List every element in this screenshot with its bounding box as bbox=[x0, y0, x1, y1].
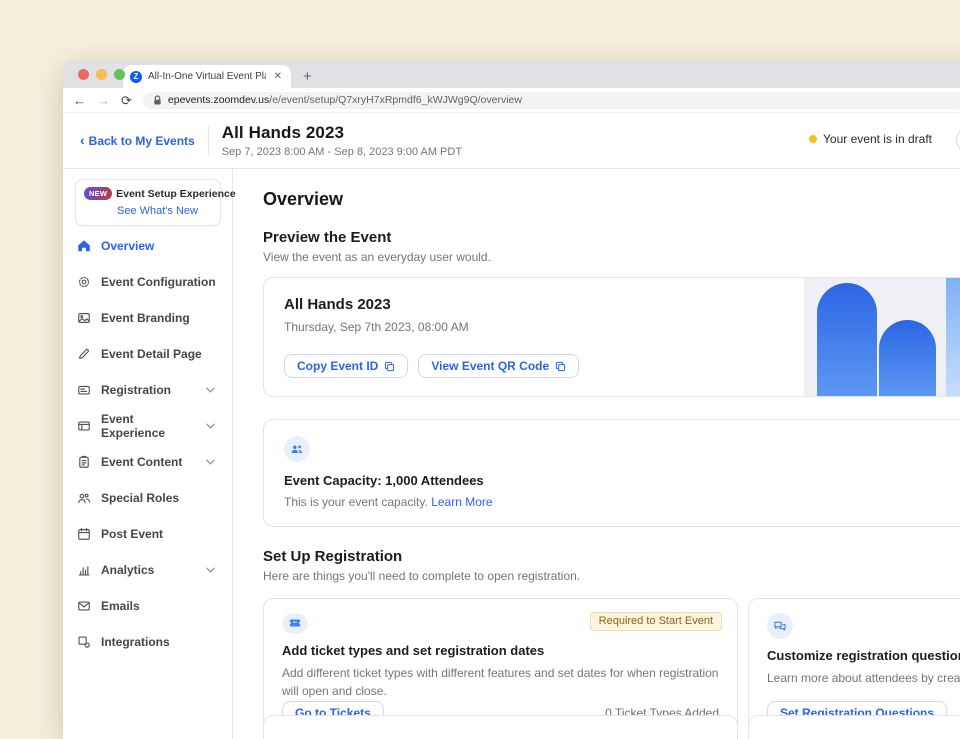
event-header: ‹ Back to My Events All Hands 2023 Sep 7… bbox=[63, 113, 960, 169]
minimize-window-icon[interactable] bbox=[96, 69, 107, 80]
back-to-my-events-link[interactable]: ‹ Back to My Events bbox=[80, 134, 195, 148]
sidebar: NEW Event Setup Experience See What's Ne… bbox=[63, 169, 233, 739]
new-tab-button[interactable]: + bbox=[303, 68, 312, 85]
required-badge: Required to Start Event bbox=[590, 612, 722, 631]
clipboard-icon bbox=[77, 455, 91, 469]
pencil-icon bbox=[77, 347, 91, 361]
sidebar-item-event-experience[interactable]: Event Experience bbox=[75, 408, 221, 444]
event-preview-card: All Hands 2023 Thursday, Sep 7th 2023, 0… bbox=[263, 277, 960, 397]
setup-card-title: Event Setup Experience bbox=[116, 188, 236, 200]
close-window-icon[interactable] bbox=[78, 69, 89, 80]
lock-icon bbox=[153, 95, 162, 106]
sidebar-item-analytics[interactable]: Analytics bbox=[75, 552, 221, 588]
url-host: epevents.zoomdev.us bbox=[168, 94, 269, 106]
envelope-icon bbox=[77, 599, 91, 613]
url-bar[interactable]: epevents.zoomdev.us/e/event/setup/Q7xryH… bbox=[143, 92, 960, 109]
status-dot-icon bbox=[809, 135, 817, 143]
card-icon bbox=[77, 383, 91, 397]
browser-window: Z All-In-One Virtual Event Platfo ✕ + ← … bbox=[63, 60, 960, 739]
header-divider bbox=[208, 126, 209, 156]
setup-experience-card: NEW Event Setup Experience See What's Ne… bbox=[75, 179, 221, 226]
tab-title: All-In-One Virtual Event Platfo bbox=[148, 71, 266, 82]
integrations-icon bbox=[77, 635, 91, 649]
task-description: Add different ticket types with differen… bbox=[282, 664, 719, 701]
preview-section-title: Preview the Event bbox=[263, 229, 960, 246]
chevron-down-icon bbox=[206, 567, 215, 573]
capacity-description: This is your event capacity. Learn More bbox=[284, 495, 959, 509]
stage-icon bbox=[77, 419, 91, 433]
draft-status: Your event is in draft bbox=[809, 132, 932, 146]
chevron-down-icon bbox=[206, 423, 215, 429]
bar-chart-icon bbox=[77, 563, 91, 577]
maximize-window-icon[interactable] bbox=[114, 69, 125, 80]
attendees-icon bbox=[284, 436, 310, 462]
see-whats-new-link[interactable]: See What's New bbox=[117, 205, 212, 217]
page-title: Overview bbox=[263, 189, 960, 210]
new-badge: NEW bbox=[84, 187, 112, 200]
arch-shape bbox=[817, 283, 877, 396]
registration-section-subtitle: Here are things you'll need to complete … bbox=[263, 569, 960, 583]
task-description: Learn more about attendees by creating c… bbox=[767, 669, 960, 688]
image-icon bbox=[77, 311, 91, 325]
chevron-down-icon bbox=[206, 459, 215, 465]
browser-tab[interactable]: Z All-In-One Virtual Event Platfo ✕ bbox=[123, 65, 291, 88]
chevron-down-icon bbox=[206, 387, 215, 393]
chevron-left-icon: ‹ bbox=[80, 133, 85, 147]
sidebar-item-special-roles[interactable]: Special Roles bbox=[75, 480, 221, 516]
publish-button[interactable] bbox=[956, 126, 960, 154]
gear-icon bbox=[77, 275, 91, 289]
registration-section-title: Set Up Registration bbox=[263, 548, 960, 565]
sidebar-item-event-detail-page[interactable]: Event Detail Page bbox=[75, 336, 221, 372]
preview-section-subtitle: View the event as an everyday user would… bbox=[263, 250, 960, 264]
task-title: Add ticket types and set registration da… bbox=[282, 643, 719, 658]
back-icon[interactable]: ← bbox=[73, 94, 86, 107]
learn-more-link[interactable]: Learn More bbox=[431, 495, 492, 509]
arch-shape bbox=[879, 320, 936, 396]
sidebar-item-event-branding[interactable]: Event Branding bbox=[75, 300, 221, 336]
people-icon bbox=[77, 491, 91, 505]
close-tab-icon[interactable]: ✕ bbox=[272, 71, 284, 82]
home-icon bbox=[77, 239, 91, 253]
sidebar-nav: Overview Event Configuration Event Brand… bbox=[75, 228, 221, 660]
artwork-strip bbox=[946, 278, 960, 396]
event-capacity-card: Event Capacity: 1,000 Attendees This is … bbox=[263, 419, 960, 527]
browser-toolbar: ← → ⟳ epevents.zoomdev.us/e/event/setup/… bbox=[63, 88, 960, 113]
url-path: /e/event/setup/Q7xryH7xRpmdf6_kWJWg9Q/ov… bbox=[269, 94, 522, 106]
ticket-icon bbox=[282, 613, 308, 634]
sidebar-item-integrations[interactable]: Integrations bbox=[75, 624, 221, 660]
event-dates: Sep 7, 2023 8:00 AM - Sep 8, 2023 9:00 A… bbox=[222, 146, 462, 158]
sidebar-item-emails[interactable]: Emails bbox=[75, 588, 221, 624]
event-artwork bbox=[804, 278, 960, 396]
copy-icon bbox=[384, 361, 395, 372]
sidebar-item-overview[interactable]: Overview bbox=[75, 228, 221, 264]
zoom-favicon-icon: Z bbox=[130, 71, 142, 83]
copy-event-id-button[interactable]: Copy Event ID bbox=[284, 354, 408, 378]
copy-icon bbox=[555, 361, 566, 372]
sidebar-item-event-configuration[interactable]: Event Configuration bbox=[75, 264, 221, 300]
main-content: Overview Preview the Event View the even… bbox=[233, 169, 960, 739]
browser-tab-strip: Z All-In-One Virtual Event Platfo ✕ + bbox=[63, 60, 960, 88]
view-qr-code-button[interactable]: View Event QR Code bbox=[418, 354, 579, 378]
chat-bubbles-icon bbox=[767, 613, 793, 639]
reload-icon[interactable]: ⟳ bbox=[121, 94, 132, 107]
status-text: Your event is in draft bbox=[823, 132, 932, 146]
forward-icon[interactable]: → bbox=[97, 94, 110, 107]
sidebar-item-event-content[interactable]: Event Content bbox=[75, 444, 221, 480]
sidebar-item-registration[interactable]: Registration bbox=[75, 372, 221, 408]
task-title: Customize registration questions bbox=[767, 648, 960, 663]
calendar-icon bbox=[77, 527, 91, 541]
sidebar-item-post-event[interactable]: Post Event bbox=[75, 516, 221, 552]
event-title: All Hands 2023 bbox=[222, 123, 462, 143]
window-controls[interactable] bbox=[78, 69, 125, 80]
capacity-title: Event Capacity: 1,000 Attendees bbox=[284, 473, 959, 488]
